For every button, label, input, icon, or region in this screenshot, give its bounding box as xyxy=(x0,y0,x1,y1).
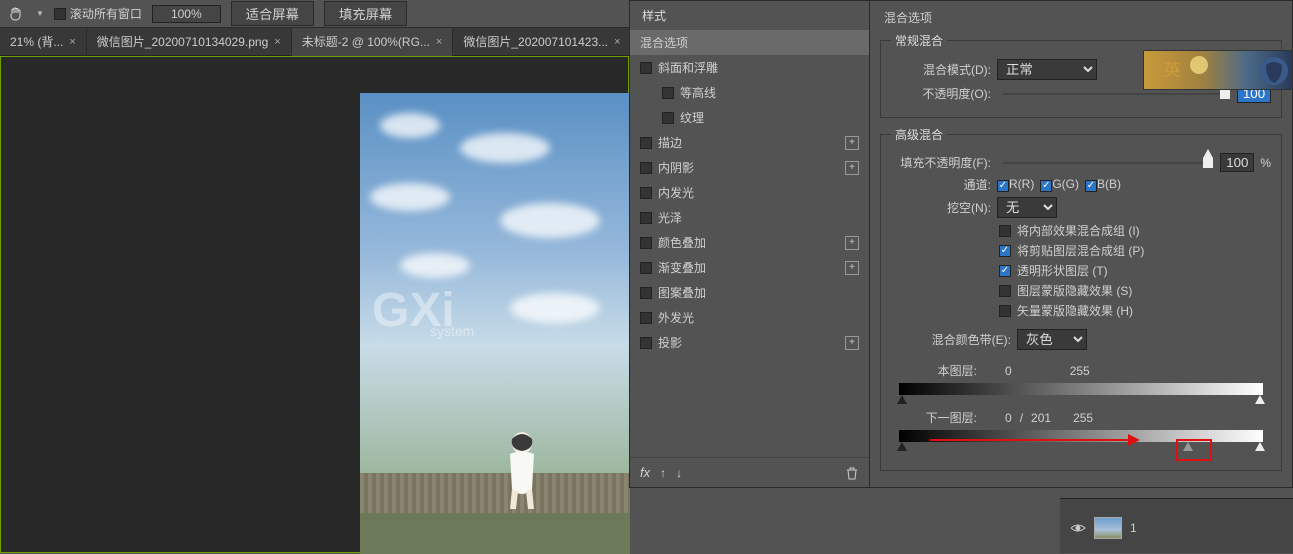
style-outer-glow[interactable]: 外发光 xyxy=(630,305,869,330)
fill-opacity-input[interactable] xyxy=(1220,153,1254,172)
fill-screen-button[interactable]: 填充屏幕 xyxy=(324,1,407,26)
annotation-box xyxy=(1176,439,1212,461)
close-icon[interactable]: × xyxy=(614,36,620,48)
style-texture[interactable]: 纹理 xyxy=(630,105,869,130)
layer-mask-hides-checkbox[interactable] xyxy=(999,285,1011,297)
annotation-arrow xyxy=(930,439,1130,441)
blend-if-select[interactable]: 灰色 xyxy=(1017,329,1087,350)
hand-tool-icon[interactable] xyxy=(8,6,24,22)
vector-mask-hides-checkbox[interactable] xyxy=(999,305,1011,317)
close-icon[interactable]: × xyxy=(274,36,280,48)
fx-icon[interactable]: fx xyxy=(640,465,650,480)
add-icon[interactable]: + xyxy=(845,261,859,275)
style-contour[interactable]: 等高线 xyxy=(630,80,869,105)
this-layer-black-marker[interactable] xyxy=(897,395,907,404)
next-layer-label: 下一图层: xyxy=(899,409,977,426)
style-blending-options[interactable]: 混合选项 xyxy=(630,30,869,55)
style-color-overlay[interactable]: 颜色叠加+ xyxy=(630,230,869,255)
decorative-banner: 英 xyxy=(1143,50,1293,90)
blend-mode-select[interactable]: 正常 xyxy=(997,59,1097,80)
fill-opacity-slider[interactable] xyxy=(1003,162,1208,164)
layer-styles-panel: 样式 混合选项 斜面和浮雕 等高线 纹理 描边+ 内阴影+ 内发光 光泽 颜色叠… xyxy=(629,0,869,488)
close-icon[interactable]: × xyxy=(69,36,75,48)
channel-b-checkbox[interactable]: B(B) xyxy=(1085,177,1121,192)
fill-opacity-label: 填充不透明度(F): xyxy=(891,154,991,171)
channel-r-checkbox[interactable]: R(R) xyxy=(997,177,1034,192)
trash-icon[interactable] xyxy=(845,466,859,480)
svg-text:英: 英 xyxy=(1163,60,1181,79)
layer-row[interactable]: 1 xyxy=(1060,511,1293,545)
knockout-select[interactable]: 无 xyxy=(997,197,1057,218)
layer-name: 1 xyxy=(1130,521,1137,535)
scroll-all-checkbox[interactable]: 滚动所有窗口 xyxy=(54,5,142,22)
add-icon[interactable]: + xyxy=(845,136,859,150)
this-layer-min: 0 xyxy=(1005,364,1012,378)
canvas-image: GXi system xyxy=(360,93,630,554)
tab-document-1[interactable]: 微信图片_20200710134029.png× xyxy=(87,28,292,56)
tab-document-0[interactable]: 21% (背...× xyxy=(0,28,87,56)
this-layer-white-marker[interactable] xyxy=(1255,395,1265,404)
next-layer-max: 255 xyxy=(1073,411,1093,425)
blend-clipped-checkbox[interactable] xyxy=(999,245,1011,257)
blend-if-label: 混合颜色带(E): xyxy=(891,331,1011,348)
opacity-label: 不透明度(O): xyxy=(891,85,991,102)
blend-interior-checkbox[interactable] xyxy=(999,225,1011,237)
arrow-down-icon[interactable]: ↓ xyxy=(676,466,682,480)
close-icon[interactable]: × xyxy=(436,36,442,48)
style-stroke[interactable]: 描边+ xyxy=(630,130,869,155)
watermark-sub: system xyxy=(430,323,474,339)
canvas-area[interactable]: GXi system xyxy=(0,56,629,553)
scroll-all-label: 滚动所有窗口 xyxy=(70,5,142,22)
next-layer-white-marker[interactable] xyxy=(1255,442,1265,451)
knockout-label: 挖空(N): xyxy=(891,199,991,216)
fit-screen-button[interactable]: 适合屏幕 xyxy=(231,1,314,26)
style-inner-glow[interactable]: 内发光 xyxy=(630,180,869,205)
blend-mode-label: 混合模式(D): xyxy=(891,61,991,78)
style-drop-shadow[interactable]: 投影+ xyxy=(630,330,869,355)
zoom-input[interactable]: 100% xyxy=(152,5,221,23)
visibility-icon[interactable] xyxy=(1070,520,1086,536)
add-icon[interactable]: + xyxy=(845,336,859,350)
styles-header: 样式 xyxy=(630,1,869,30)
style-inner-shadow[interactable]: 内阴影+ xyxy=(630,155,869,180)
style-gradient-overlay[interactable]: 渐变叠加+ xyxy=(630,255,869,280)
add-icon[interactable]: + xyxy=(845,236,859,250)
tab-document-2[interactable]: 未标题-2 @ 100%(RG...× xyxy=(292,28,454,56)
next-layer-split: 201 xyxy=(1031,411,1051,425)
next-layer-black-marker[interactable] xyxy=(897,442,907,451)
tool-dropdown-icon[interactable]: ▼ xyxy=(36,9,44,18)
add-icon[interactable]: + xyxy=(845,161,859,175)
style-bevel-emboss[interactable]: 斜面和浮雕 xyxy=(630,55,869,80)
tab-document-3[interactable]: 微信图片_202007101423...× xyxy=(453,28,631,56)
this-layer-gradient[interactable] xyxy=(899,383,1263,395)
panel-title: 混合选项 xyxy=(880,7,1282,32)
next-layer-min: 0 xyxy=(1005,411,1012,425)
style-pattern-overlay[interactable]: 图案叠加 xyxy=(630,280,869,305)
this-layer-label: 本图层: xyxy=(899,362,977,379)
channel-g-checkbox[interactable]: G(G) xyxy=(1040,177,1079,192)
style-satin[interactable]: 光泽 xyxy=(630,205,869,230)
transparency-shapes-checkbox[interactable] xyxy=(999,265,1011,277)
advanced-blend-group: 高级混合 填充不透明度(F): % 通道: R(R) G(G) B(B) 挖空(… xyxy=(880,126,1282,471)
opacity-slider[interactable] xyxy=(1003,93,1225,95)
this-layer-max: 255 xyxy=(1070,364,1090,378)
arrow-up-icon[interactable]: ↑ xyxy=(660,466,666,480)
layer-thumbnail[interactable] xyxy=(1094,517,1122,539)
layers-panel: 1 xyxy=(1060,498,1293,553)
channels-label: 通道: xyxy=(891,176,991,193)
